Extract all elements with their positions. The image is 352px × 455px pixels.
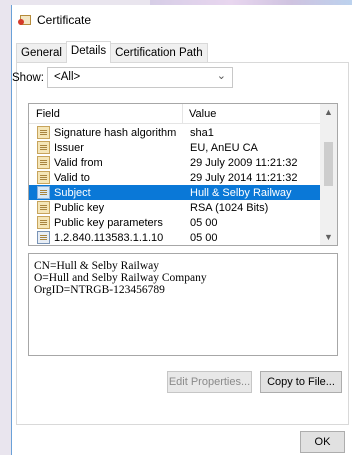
window-title: Certificate <box>37 13 92 27</box>
list-header: Field Value <box>29 104 337 124</box>
field-rows: Signature hash algorithm sha1 Issuer EU, An… <box>29 125 320 245</box>
chevron-down-icon: ⌄ <box>216 70 226 82</box>
row-field-label: Signature hash algorithm <box>54 126 177 139</box>
row-value: sha1 <box>190 126 214 139</box>
certificate-field-icon <box>37 201 50 214</box>
row-value: RSA (1024 Bits) <box>190 201 269 214</box>
row-value: 29 July 2009 11:21:32 <box>190 156 298 169</box>
edit-properties-button[interactable]: Edit Properties... <box>167 371 252 393</box>
row-field-cell: Public key <box>29 201 183 214</box>
row-value: 29 July 2014 11:21:32 <box>190 171 298 184</box>
row-field-label: Subject <box>54 186 91 199</box>
certificate-field-icon <box>37 126 50 139</box>
row-field-label: Public key parameters <box>54 216 163 229</box>
column-header-value[interactable]: Value <box>183 104 216 124</box>
row-field-cell: Issuer <box>29 141 183 154</box>
scrollbar-thumb[interactable] <box>324 142 333 186</box>
row-field-label: Valid from <box>54 156 103 169</box>
certificate-field-icon <box>37 156 50 169</box>
tab-general[interactable]: General <box>16 43 67 63</box>
certificate-icon <box>18 14 32 26</box>
table-row[interactable]: Public key parameters 05 00 <box>29 215 320 230</box>
row-field-cell: Valid to <box>29 171 183 184</box>
table-row[interactable]: Valid to 29 July 2014 11:21:32 <box>29 170 320 185</box>
tab-certification-path[interactable]: Certification Path <box>110 43 208 63</box>
title-bar[interactable]: Certificate <box>12 5 352 35</box>
certificate-field-icon <box>37 171 50 184</box>
show-dropdown-value: <All> <box>54 71 81 83</box>
row-field-cell: 1.2.840.113583.1.1.10 <box>29 231 183 244</box>
show-label: Show: <box>12 71 44 84</box>
table-row[interactable]: Subject Hull & Selby Railway <box>29 185 320 200</box>
row-value: 05 00 <box>190 216 218 229</box>
table-row[interactable]: Issuer EU, AnEU CA <box>29 140 320 155</box>
row-field-label: Issuer <box>54 141 84 154</box>
row-field-label: 1.2.840.113583.1.1.10 <box>54 231 164 244</box>
extension-icon <box>37 231 50 244</box>
scroll-down-arrow-icon[interactable]: ▼ <box>320 229 337 245</box>
row-value: 05 00 <box>190 231 218 244</box>
row-field-label: Public key <box>54 201 105 214</box>
tab-strip: General Details Certification Path <box>16 41 208 63</box>
row-value: Hull & Selby Railway <box>190 186 292 199</box>
detail-line: OrgID=NTRGB-123456789 <box>34 284 165 296</box>
table-row[interactable]: Public key RSA (1024 Bits) <box>29 200 320 215</box>
table-row[interactable]: Valid from 29 July 2009 11:21:32 <box>29 155 320 170</box>
detail-line: O=Hull and Selby Railway Company <box>34 272 207 284</box>
ok-button[interactable]: OK <box>300 431 345 453</box>
row-value: EU, AnEU CA <box>190 141 258 154</box>
detail-line: CN=Hull & Selby Railway <box>34 260 159 272</box>
certificate-field-icon <box>37 141 50 154</box>
row-field-cell: Subject <box>29 186 183 199</box>
table-row[interactable]: Signature hash algorithm sha1 <box>29 125 320 140</box>
certificate-field-icon <box>37 216 50 229</box>
column-header-field[interactable]: Field <box>29 104 183 123</box>
copy-to-file-button[interactable]: Copy to File... <box>260 371 342 393</box>
table-row[interactable]: 1.2.840.113583.1.1.10 05 00 <box>29 230 320 245</box>
show-row: Show: <All> ⌄ <box>12 67 233 88</box>
list-scrollbar[interactable]: ▲ ▼ <box>320 104 337 245</box>
field-detail-box[interactable]: CN=Hull & Selby Railway O=Hull and Selby … <box>28 253 338 356</box>
row-field-cell: Signature hash algorithm <box>29 126 183 139</box>
row-field-cell: Public key parameters <box>29 216 183 229</box>
row-field-label: Valid to <box>54 171 90 184</box>
field-list[interactable]: Field Value Signature hash algorithm sha1… <box>28 103 338 246</box>
scroll-up-arrow-icon[interactable]: ▲ <box>320 104 337 120</box>
tab-details[interactable]: Details <box>65 41 112 63</box>
certificate-field-icon <box>37 186 50 199</box>
show-dropdown[interactable]: <All> ⌄ <box>47 67 233 88</box>
row-field-cell: Valid from <box>29 156 183 169</box>
